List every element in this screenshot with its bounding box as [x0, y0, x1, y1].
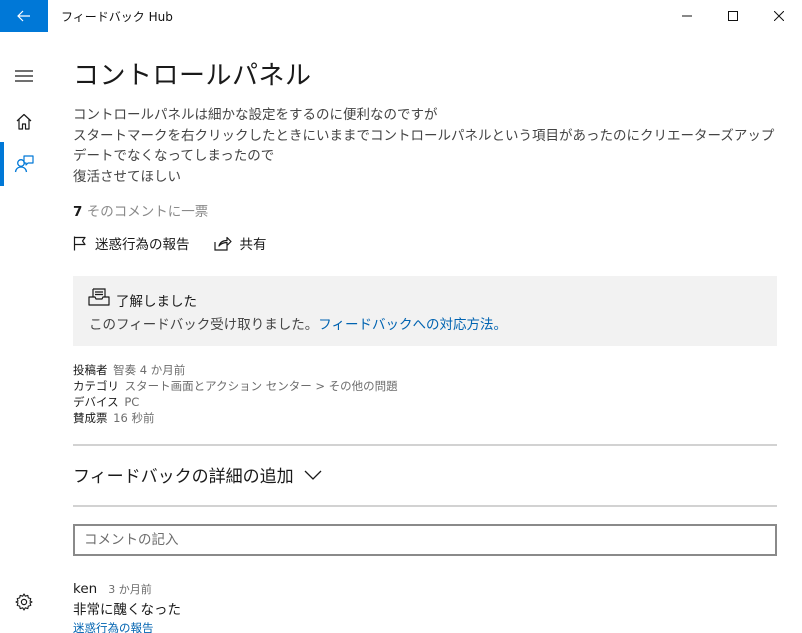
vote-count: 7 — [73, 204, 83, 220]
meta-category: カテゴリ スタート画面とアクション センター > その他の問題 — [73, 378, 398, 394]
acknowledgement-banner: 了解しました このフィードバック受け取りました。フィードバックへの対応方法。 — [73, 276, 777, 346]
comment-author: ken — [73, 581, 98, 597]
title-bar: フィードバック Hub — [0, 0, 802, 32]
maximize-button[interactable] — [710, 0, 756, 32]
navigation-rail — [0, 32, 48, 633]
section-divider — [73, 444, 777, 446]
nav-settings-button[interactable] — [0, 580, 48, 624]
back-button[interactable] — [0, 0, 48, 32]
report-abuse-label: 迷惑行為の報告 — [95, 237, 190, 253]
comment-header: ken 3 か月前 — [73, 578, 181, 597]
minimize-button[interactable] — [664, 0, 710, 32]
comment-input[interactable] — [73, 524, 777, 556]
meta-upvote-value: 16 秒前 — [113, 411, 155, 425]
feedback-icon — [14, 155, 34, 173]
meta-category-value: スタート画面とアクション センター > その他の問題 — [124, 379, 398, 393]
vote-label: そのコメントに一票 — [86, 204, 209, 220]
comment-item: ken 3 か月前 非常に醜くなった 迷惑行為の報告 — [73, 578, 181, 633]
inbox-tray-icon — [88, 288, 110, 306]
meta-category-label: カテゴリ — [73, 379, 119, 393]
close-icon — [774, 11, 784, 21]
meta-device-label: デバイス — [73, 395, 119, 409]
meta-device: デバイス PC — [73, 394, 398, 410]
acknowledgement-title: 了解しました — [116, 294, 197, 310]
meta-upvote: 賛成票 16 秒前 — [73, 410, 398, 426]
home-icon — [16, 113, 32, 130]
section-divider — [73, 505, 777, 507]
how-we-respond-link[interactable]: フィードバックへの対応方法。 — [318, 317, 507, 333]
share-icon — [213, 236, 232, 251]
nav-home-button[interactable] — [0, 100, 48, 144]
vote-summary[interactable]: 7 そのコメントに一票 — [73, 200, 208, 220]
comment-text: 非常に醜くなった — [73, 602, 181, 618]
add-details-expander[interactable]: フィードバックの詳細の追加 — [73, 462, 322, 487]
close-button[interactable] — [756, 0, 802, 32]
add-details-label: フィードバックの詳細の追加 — [73, 467, 294, 487]
meta-device-value: PC — [124, 395, 140, 409]
share-label: 共有 — [239, 237, 267, 253]
acknowledgement-text: このフィードバック受け取りました。フィードバックへの対応方法。 — [89, 313, 507, 333]
description-line: コントロールパネルは細かな設定をするのに便利なのですが — [73, 107, 438, 123]
share-button[interactable]: 共有 — [213, 233, 267, 253]
back-arrow-icon — [17, 10, 30, 22]
acknowledgement-message: このフィードバック受け取りました。 — [89, 317, 319, 333]
flag-icon — [73, 236, 86, 250]
meta-poster-value: 智奏 4 か月前 — [113, 363, 186, 377]
settings-gear-icon — [15, 593, 33, 611]
comment-report-link[interactable]: 迷惑行為の報告 — [73, 620, 181, 633]
meta-upvote-label: 賛成票 — [73, 411, 108, 425]
meta-poster-label: 投稿者 — [73, 363, 108, 377]
description-line: 復活させてほしい — [73, 168, 181, 185]
hamburger-menu-icon — [15, 70, 33, 82]
app-title: フィードバック Hub — [61, 10, 173, 24]
action-bar: 迷惑行為の報告 共有 — [73, 232, 291, 254]
nav-feedback-button[interactable] — [0, 142, 48, 186]
hamburger-menu-button[interactable] — [0, 54, 48, 98]
comment-time: 3 か月前 — [108, 583, 152, 596]
feedback-description: コントロールパネルは細かな設定をするのに便利なのですが スタートマークを右クリッ… — [73, 105, 778, 187]
maximize-icon — [728, 11, 738, 21]
minimize-icon — [682, 15, 692, 17]
meta-poster: 投稿者 智奏 4 か月前 — [73, 362, 398, 378]
chevron-down-icon — [304, 470, 322, 480]
feedback-metadata: 投稿者 智奏 4 か月前 カテゴリ スタート画面とアクション センター > その… — [73, 362, 398, 426]
report-abuse-button[interactable]: 迷惑行為の報告 — [73, 233, 190, 253]
description-line: スタートマークを右クリックしたときにいままでコントロールパネルという項目があった… — [73, 127, 775, 165]
page-title: コントロールパネル — [73, 61, 312, 91]
